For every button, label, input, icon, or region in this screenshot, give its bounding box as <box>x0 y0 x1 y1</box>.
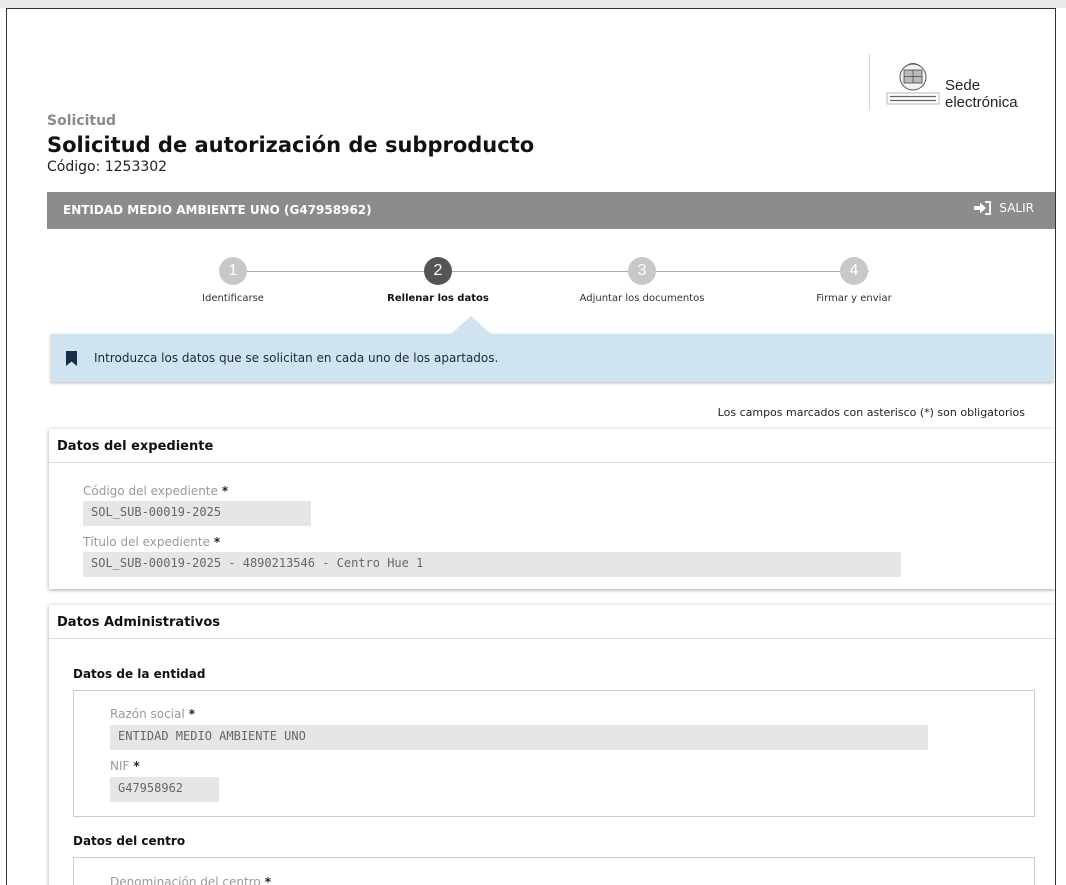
logout-label: SALIR <box>999 201 1034 215</box>
label-text: Denominación del centro <box>110 875 261 885</box>
page-frame: Sede electrónica Solicitud Solicitud de … <box>6 8 1056 885</box>
label-text: Título del expediente <box>83 535 210 549</box>
nif-field[interactable]: G47958962 <box>110 777 219 802</box>
page-title: Solicitud de autorización de subproducto <box>47 133 535 157</box>
denominacion-label: Denominación del centro * <box>110 875 271 885</box>
centro-box: Denominación del centro * <box>73 857 1035 885</box>
info-text: Introduzca los datos que se solicitan en… <box>94 351 499 365</box>
step-label: Firmar y enviar <box>816 293 892 304</box>
info-pointer <box>451 316 491 334</box>
administrativos-panel: Datos Administrativos Datos de la entida… <box>49 605 1055 885</box>
nif-label: NIF * <box>110 759 140 773</box>
razon-social-label: Razón social * <box>110 707 195 721</box>
logout-button[interactable]: SALIR <box>973 201 1034 215</box>
required-fields-note: Los campos marcados con asterisco (*) so… <box>717 406 1025 419</box>
euskadi-logo-icon <box>886 63 940 105</box>
header-divider <box>869 54 870 110</box>
step-label: Adjuntar los documentos <box>579 293 705 304</box>
sede-electronica-link[interactable]: Sede electrónica <box>945 77 1055 111</box>
sign-out-icon <box>974 201 992 215</box>
titulo-expediente-label: Título del expediente * <box>83 535 220 549</box>
procedure-code: Código: 1253302 <box>47 159 168 175</box>
label-text: Razón social <box>110 707 185 721</box>
codigo-expediente-label: Código del expediente * <box>83 484 228 498</box>
step-1: 1 Identificarse <box>143 257 323 304</box>
info-message: Introduzca los datos que se solicitan en… <box>51 316 1053 382</box>
wizard-steps: 1 Identificarse 2 Rellenar los datos 3 A… <box>7 257 1055 317</box>
titulo-expediente-field[interactable]: SOL_SUB-00019-2025 - 4890213546 - Centro… <box>83 552 901 577</box>
step-number: 3 <box>628 257 656 285</box>
label-text: Código del expediente <box>83 484 218 498</box>
required-mark: * <box>188 707 195 721</box>
entidad-box: Razón social * ENTIDAD MEDIO AMBIENTE UNO… <box>73 690 1035 817</box>
panel-title: Datos Administrativos <box>49 605 1055 639</box>
bookmark-icon <box>66 351 77 366</box>
centro-section-title: Datos del centro <box>73 834 186 848</box>
entity-name: ENTIDAD MEDIO AMBIENTE UNO (G47958962) <box>63 203 372 217</box>
required-mark: * <box>221 484 229 498</box>
panel-title: Datos del expediente <box>49 429 1055 463</box>
label-text: NIF <box>110 759 130 773</box>
required-mark: * <box>133 759 140 773</box>
step-label: Rellenar los datos <box>387 293 489 304</box>
razon-social-field[interactable]: ENTIDAD MEDIO AMBIENTE UNO <box>110 725 928 750</box>
user-bar: ENTIDAD MEDIO AMBIENTE UNO (G47958962) S… <box>47 192 1055 229</box>
step-2: 2 Rellenar los datos <box>348 257 528 304</box>
page-kicker: Solicitud <box>47 113 117 129</box>
entidad-section-title: Datos de la entidad <box>73 667 206 681</box>
expediente-panel: Datos del expediente Código del expedien… <box>49 429 1055 589</box>
step-4: 4 Firmar y enviar <box>764 257 944 304</box>
step-number: 4 <box>840 257 868 285</box>
browser-backdrop <box>0 0 1066 8</box>
step-number: 1 <box>219 257 247 285</box>
codigo-expediente-field[interactable]: SOL_SUB-00019-2025 <box>83 501 311 526</box>
required-mark: * <box>213 535 221 549</box>
step-number: 2 <box>424 257 452 285</box>
required-mark: * <box>264 875 271 885</box>
step-label: Identificarse <box>202 293 264 304</box>
step-3: 3 Adjuntar los documentos <box>552 257 732 304</box>
